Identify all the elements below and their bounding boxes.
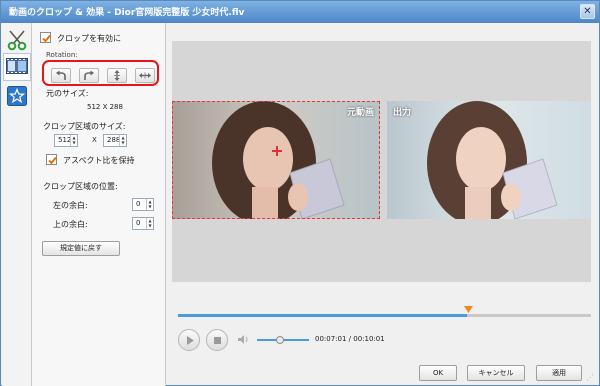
play-button[interactable] (178, 329, 200, 351)
cancel-button[interactable]: キャンセル (467, 365, 525, 381)
tab-crop[interactable] (3, 27, 31, 55)
left-margin-label: 左の余白: (53, 201, 88, 210)
tab-strip (2, 23, 32, 386)
top-margin-input[interactable]: 0 ▲ ▼ (132, 217, 154, 230)
time-display: 00:07:01 / 00:10:01 (315, 335, 385, 343)
film-icon (6, 58, 28, 76)
crop-width-input[interactable]: 512 ▲ ▼ (54, 134, 78, 147)
seek-progress (178, 314, 468, 317)
left-margin-value: 0 (136, 200, 141, 208)
enable-crop-checkbox[interactable] (40, 32, 51, 43)
left-margin-input[interactable]: 0 ▲ ▼ (132, 198, 154, 211)
original-size-value: 512 X 288 (87, 103, 123, 111)
crop-height-stepper[interactable]: ▲ ▼ (119, 135, 126, 146)
top-margin-stepper[interactable]: ▲ ▼ (146, 218, 153, 229)
output-label: 出力 (393, 108, 412, 118)
tab-effects[interactable] (3, 53, 31, 81)
output-video-frame (387, 101, 591, 219)
crop-effects-dialog: 動画のクロップ & 効果 - Dior官网版完整版 少女时代.flv ✕ クロッ… (0, 0, 600, 386)
volume-slider-handle[interactable] (276, 336, 284, 344)
crop-position-label: クロップ区域の位置: (43, 182, 118, 191)
stop-button[interactable] (206, 329, 228, 351)
preview-area: 元動画 出力 (172, 41, 591, 282)
crop-height-input[interactable]: 288 ▲ ▼ (103, 134, 127, 147)
original-size-label: 元のサイズ: (46, 89, 89, 98)
keep-aspect-label: アスペクト比を保持 (63, 156, 135, 165)
scissors-icon (6, 29, 28, 53)
reset-defaults-button[interactable]: 規定値に戻す (42, 241, 120, 256)
crop-size-label: クロップ区域のサイズ: (43, 122, 126, 131)
rotation-label: Rotation: (46, 51, 78, 59)
seek-marker-icon[interactable] (464, 306, 473, 315)
volume-icon[interactable] (237, 334, 249, 347)
crop-width-stepper[interactable]: ▲ ▼ (70, 135, 77, 146)
keep-aspect-checkbox[interactable] (46, 154, 57, 165)
rotation-highlight-annotation (42, 60, 159, 86)
close-button[interactable]: ✕ (580, 4, 595, 19)
seek-bar[interactable] (178, 314, 591, 317)
enable-crop-label: クロップを有効に (57, 34, 121, 43)
original-label: 元動画 (346, 108, 374, 118)
left-margin-stepper[interactable]: ▲ ▼ (146, 199, 153, 210)
ok-button[interactable]: OK (419, 365, 457, 381)
crop-region-rectangle[interactable] (172, 101, 380, 219)
top-margin-label: 上の余白: (53, 220, 88, 229)
resize-grip-icon[interactable]: ⋰ (586, 373, 594, 382)
original-preview[interactable]: 元動画 (172, 101, 380, 219)
tab-watermark[interactable] (3, 83, 31, 111)
title-bar[interactable]: 動画のクロップ & 効果 - Dior官网版完整版 少女时代.flv ✕ (1, 1, 599, 23)
output-preview: 出力 (387, 101, 591, 219)
star-icon (7, 86, 27, 108)
window-title: 動画のクロップ & 効果 - Dior官网版完整版 少女时代.flv (9, 8, 245, 18)
top-margin-value: 0 (136, 219, 141, 227)
apply-button[interactable]: 適用 (536, 365, 582, 381)
crop-size-separator: X (92, 136, 97, 144)
